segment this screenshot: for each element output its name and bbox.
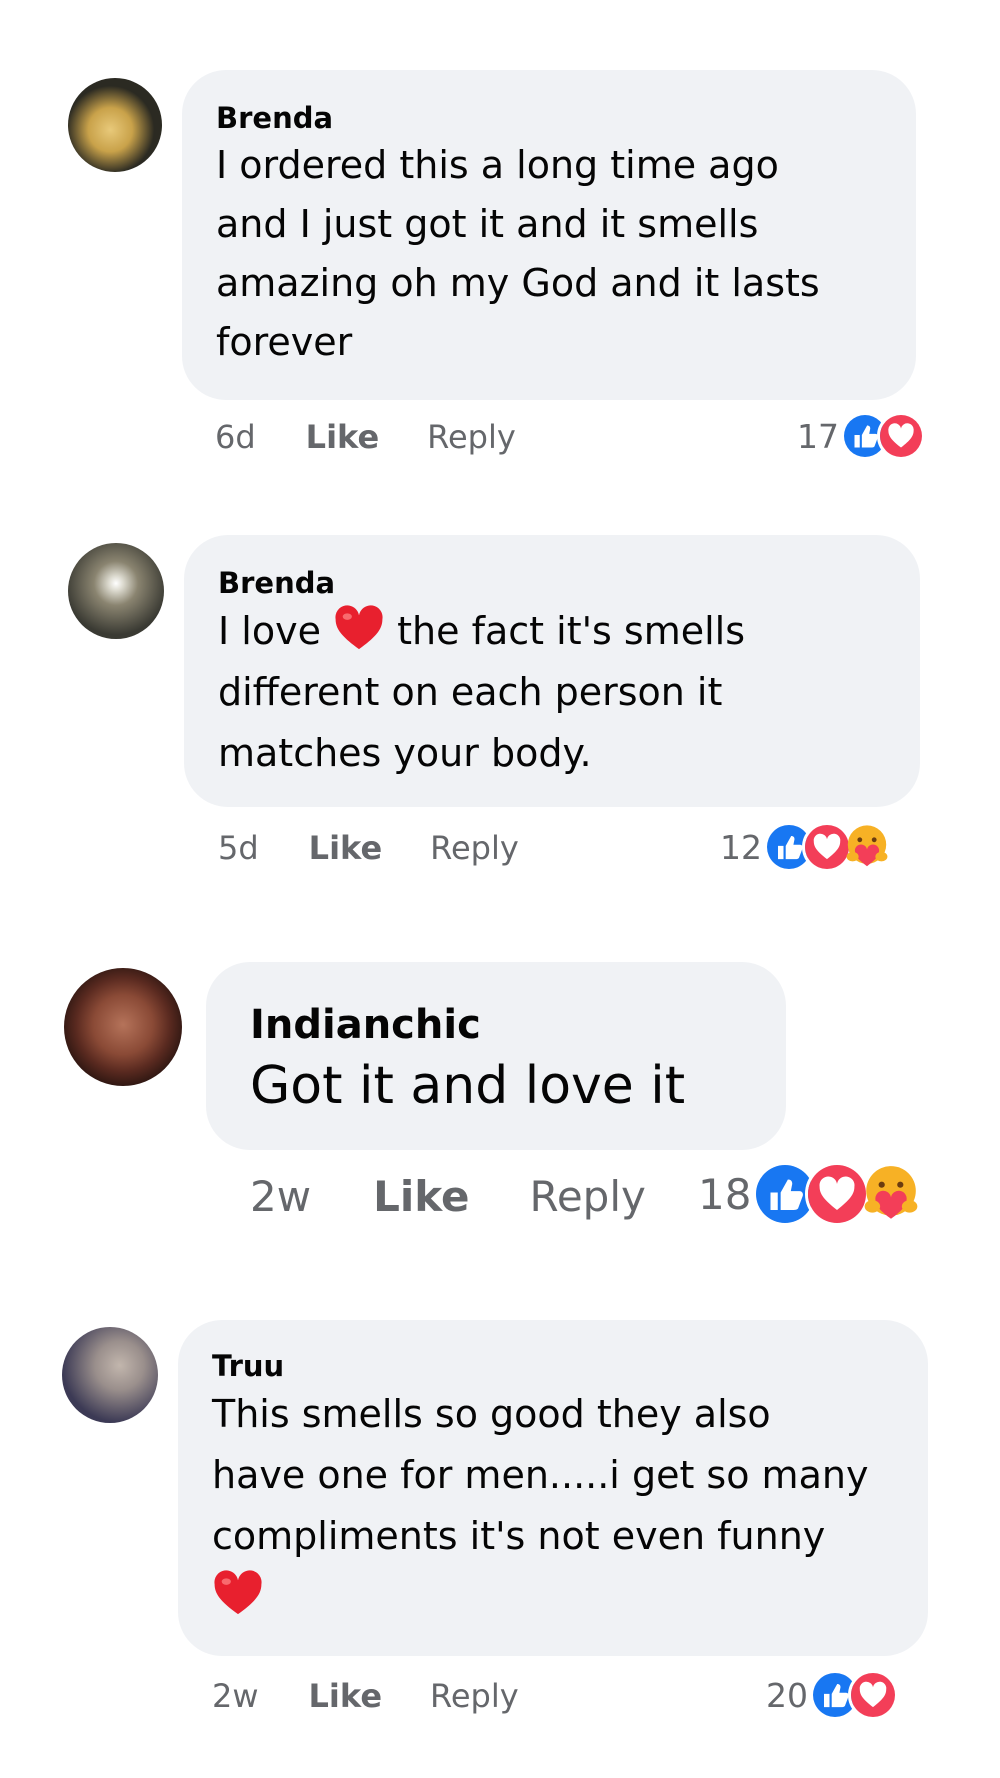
comment-text-line: have one for men.....i get so many	[212, 1453, 869, 1497]
comment-bubble: Brenda I ordered this a long time ago an…	[182, 70, 916, 400]
comment-timestamp[interactable]: 6d	[215, 418, 256, 456]
comment-text-line: amazing oh my God and it lasts	[216, 261, 820, 305]
comment-timestamp[interactable]: 5d	[218, 829, 259, 867]
avatar[interactable]	[64, 968, 182, 1086]
comment-text-segment: the fact it's smells	[397, 609, 746, 653]
comment-text-line: matches your body.	[218, 731, 592, 775]
comment-author[interactable]: Brenda	[216, 100, 882, 136]
comment-bubble: Indianchic Got it and love it	[206, 962, 786, 1150]
reply-link[interactable]: Reply	[430, 829, 519, 867]
avatar[interactable]	[68, 78, 162, 172]
like-link[interactable]: Like	[309, 1677, 382, 1715]
comment-text-line: This smells so good they also	[212, 1392, 771, 1436]
like-link[interactable]: Like	[309, 829, 382, 867]
reaction-count: 17	[797, 416, 839, 456]
avatar[interactable]	[62, 1327, 158, 1423]
reply-link[interactable]: Reply	[530, 1172, 646, 1221]
comment-actions: 6d Like Reply	[215, 415, 516, 459]
care-reaction-icon	[857, 1160, 925, 1228]
comment-text-line: compliments it's not even funny	[212, 1514, 826, 1558]
comment-author[interactable]: Brenda	[218, 565, 886, 601]
comment-text-line: Got it and love it	[250, 1056, 686, 1116]
comment-text-line: I love the fact it's smells	[218, 601, 886, 662]
comment-text-segment: I love	[218, 609, 321, 653]
reaction-summary[interactable]: 18	[698, 1160, 925, 1228]
red-heart-emoji-icon	[335, 605, 383, 650]
reaction-summary[interactable]: 12	[720, 820, 894, 874]
comment-text-line: different on each person it	[218, 670, 723, 714]
comment-timestamp[interactable]: 2w	[212, 1677, 259, 1715]
reaction-count: 20	[766, 1675, 808, 1715]
comment-bubble: Truu This smells so good they also have …	[178, 1320, 928, 1656]
avatar[interactable]	[68, 543, 164, 639]
comment-actions: 2w Like Reply	[250, 1168, 646, 1224]
reply-link[interactable]: Reply	[427, 418, 516, 456]
love-reaction-icon	[848, 1670, 898, 1720]
reply-link[interactable]: Reply	[430, 1677, 519, 1715]
comment-text-line: and I just got it and it smells	[216, 202, 759, 246]
care-reaction-icon	[840, 820, 894, 874]
like-link[interactable]: Like	[306, 418, 379, 456]
reaction-summary[interactable]: 17	[797, 410, 925, 462]
red-heart-emoji-icon	[214, 1570, 262, 1615]
like-link[interactable]: Like	[373, 1172, 469, 1221]
comment-timestamp[interactable]: 2w	[250, 1172, 311, 1221]
comment-bubble: Brenda I love the fact it's smells diffe…	[184, 535, 920, 807]
love-reaction-icon	[877, 412, 925, 460]
reaction-summary[interactable]: 20	[766, 1668, 898, 1722]
comment-text-line	[212, 1567, 894, 1634]
comment-actions: 5d Like Reply	[218, 826, 519, 870]
reaction-count: 12	[720, 827, 762, 867]
comment-actions: 2w Like Reply	[212, 1674, 519, 1718]
reaction-count: 18	[698, 1169, 752, 1219]
comment-author[interactable]: Indianchic	[250, 1000, 742, 1050]
comment-author[interactable]: Truu	[212, 1348, 894, 1384]
comment-text-line: forever	[216, 320, 353, 364]
comment-text-line: I ordered this a long time ago	[216, 143, 779, 187]
